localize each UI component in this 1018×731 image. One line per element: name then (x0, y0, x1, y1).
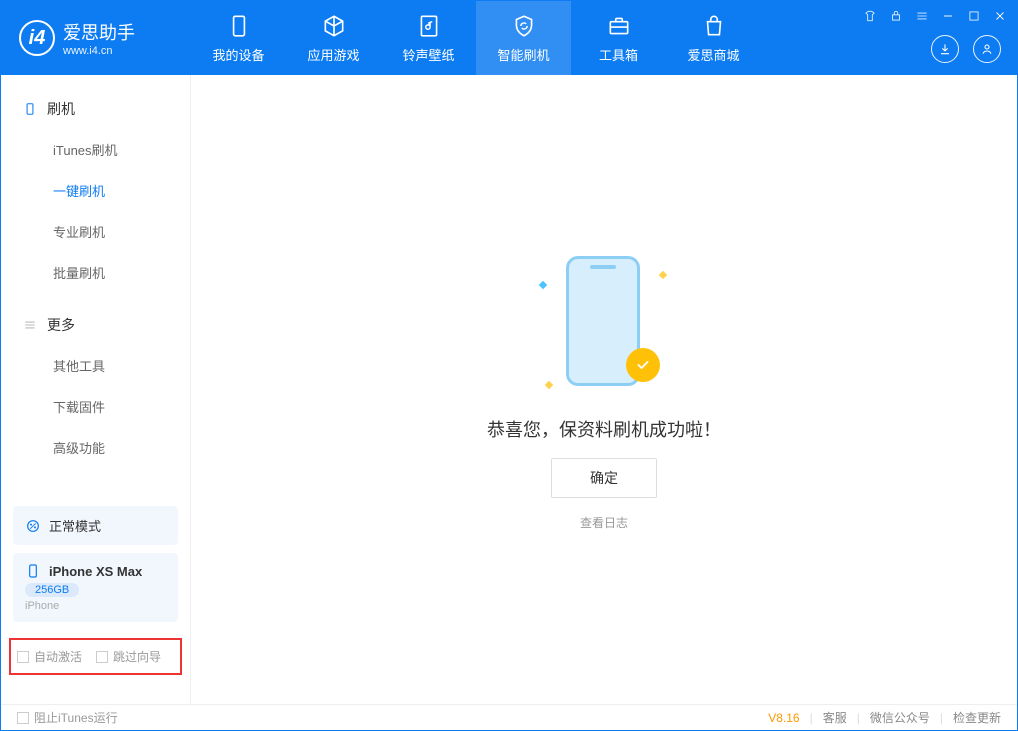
sidebar-scroll: 刷机 iTunes刷机 一键刷机 专业刷机 批量刷机 更多 其他工具 下载固件 … (1, 75, 190, 498)
download-button[interactable] (931, 35, 959, 63)
sidebar-item-download-firmware[interactable]: 下载固件 (1, 386, 190, 427)
checkbox-label: 跳过向导 (113, 648, 161, 665)
app-title: 爱思助手 (63, 19, 135, 45)
support-link[interactable]: 客服 (823, 709, 847, 726)
skip-guide-checkbox[interactable]: 跳过向导 (96, 648, 161, 665)
list-icon (23, 318, 37, 332)
ok-button[interactable]: 确定 (551, 458, 657, 498)
sidebar-item-pro-flash[interactable]: 专业刷机 (1, 211, 190, 252)
version-label: V8.16 (768, 711, 799, 725)
footer-right: V8.16 | 客服 | 微信公众号 | 检查更新 (768, 709, 1001, 726)
close-icon[interactable] (993, 9, 1007, 23)
auto-activate-checkbox[interactable]: 自动激活 (17, 648, 82, 665)
sidebar-item-advanced[interactable]: 高级功能 (1, 427, 190, 468)
logo-icon: i4 (19, 20, 55, 56)
separator: | (857, 711, 860, 725)
tab-label: 我的设备 (212, 45, 264, 64)
separator: | (940, 711, 943, 725)
app-url: www.i4.cn (63, 45, 135, 57)
checkbox-icon (17, 651, 29, 663)
tab-toolbox[interactable]: 工具箱 (571, 1, 666, 75)
device-name: iPhone XS Max (49, 564, 142, 579)
window-controls (863, 9, 1007, 23)
minimize-icon[interactable] (941, 9, 955, 23)
checkbox-icon (96, 651, 108, 663)
body: 刷机 iTunes刷机 一键刷机 专业刷机 批量刷机 更多 其他工具 下载固件 … (1, 75, 1017, 705)
sidebar-item-batch-flash[interactable]: 批量刷机 (1, 252, 190, 293)
device-icon (23, 102, 37, 116)
checkbox-label: 阻止iTunes运行 (34, 709, 118, 726)
highlight-box: 自动激活 跳过向导 (9, 638, 182, 675)
wechat-link[interactable]: 微信公众号 (870, 709, 930, 726)
lock-icon[interactable] (889, 9, 903, 23)
tab-label: 智能刷机 (497, 45, 549, 64)
tab-store[interactable]: 爱思商城 (666, 1, 761, 75)
header-right-icons (931, 35, 1001, 63)
footer: 阻止iTunes运行 V8.16 | 客服 | 微信公众号 | 检查更新 (1, 704, 1017, 730)
header: i4 爱思助手 www.i4.cn 我的设备 应用游戏 铃声壁纸 智能刷机 工具… (1, 1, 1017, 75)
view-log-link[interactable]: 查看日志 (580, 514, 628, 531)
sidebar-item-onekey-flash[interactable]: 一键刷机 (1, 170, 190, 211)
phone-small-icon (25, 563, 41, 579)
checkbox-label: 自动激活 (34, 648, 82, 665)
mode-box[interactable]: 正常模式 (13, 506, 178, 545)
device-type: iPhone (25, 600, 166, 612)
user-button[interactable] (973, 35, 1001, 63)
success-message: 恭喜您，保资料刷机成功啦！ (487, 416, 721, 442)
device-capacity: 256GB (25, 583, 79, 597)
footer-left: 阻止iTunes运行 (17, 709, 118, 726)
sidebar-section-more: 更多 (1, 305, 190, 345)
main-content: 恭喜您，保资料刷机成功啦！ 确定 查看日志 (191, 75, 1017, 705)
tab-flash[interactable]: 智能刷机 (476, 1, 571, 75)
logo-area[interactable]: i4 爱思助手 www.i4.cn (1, 19, 191, 57)
sidebar-item-itunes-flash[interactable]: iTunes刷机 (1, 129, 190, 170)
section-label: 刷机 (47, 99, 75, 119)
check-update-link[interactable]: 检查更新 (953, 709, 1001, 726)
tab-label: 应用游戏 (307, 45, 359, 64)
section-label: 更多 (47, 315, 75, 335)
shirt-icon[interactable] (863, 9, 877, 23)
toolbox-icon (606, 13, 632, 39)
check-badge-icon (626, 348, 660, 382)
success-illustration (544, 250, 664, 400)
checkbox-icon (17, 712, 29, 724)
tab-label: 爱思商城 (687, 45, 739, 64)
menu-icon[interactable] (915, 9, 929, 23)
tab-label: 铃声壁纸 (402, 45, 454, 64)
bag-icon (701, 13, 727, 39)
device-box[interactable]: iPhone XS Max 256GB iPhone (13, 553, 178, 622)
sidebar-item-other-tools[interactable]: 其他工具 (1, 345, 190, 386)
nav-tabs: 我的设备 应用游戏 铃声壁纸 智能刷机 工具箱 爱思商城 (191, 1, 761, 75)
tab-apps[interactable]: 应用游戏 (286, 1, 381, 75)
music-file-icon (416, 13, 442, 39)
phone-icon (226, 13, 252, 39)
mode-label: 正常模式 (49, 516, 101, 535)
block-itunes-checkbox[interactable]: 阻止iTunes运行 (17, 709, 118, 726)
refresh-shield-icon (511, 13, 537, 39)
logo-text: 爱思助手 www.i4.cn (63, 19, 135, 57)
separator: | (810, 711, 813, 725)
maximize-icon[interactable] (967, 9, 981, 23)
cube-icon (321, 13, 347, 39)
tab-label: 工具箱 (599, 45, 638, 64)
tab-my-device[interactable]: 我的设备 (191, 1, 286, 75)
sidebar: 刷机 iTunes刷机 一键刷机 专业刷机 批量刷机 更多 其他工具 下载固件 … (1, 75, 191, 705)
sidebar-section-flash: 刷机 (1, 89, 190, 129)
tab-ringtones[interactable]: 铃声壁纸 (381, 1, 476, 75)
mode-icon (25, 518, 41, 534)
